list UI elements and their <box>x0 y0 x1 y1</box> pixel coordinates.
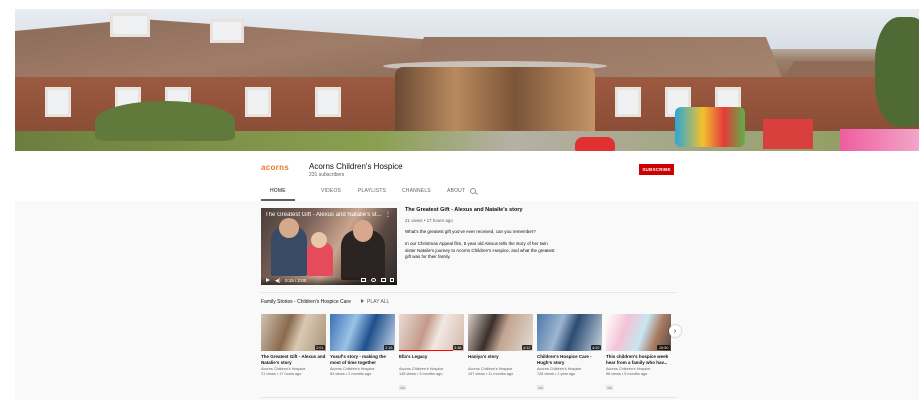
video-duration: 3:38 <box>452 345 463 350</box>
tab-playlists[interactable]: PLAYLISTS <box>358 188 386 194</box>
video-meta: 728 views • 1 year ago <box>537 371 576 376</box>
video-thumbnail[interactable]: 3:38 <box>399 314 464 351</box>
theater-mode-icon[interactable] <box>381 278 386 282</box>
video-card[interactable]: 2:01 The Greatest Gift - Alexus and Nata… <box>261 314 326 376</box>
channel-banner <box>15 9 919 151</box>
watch-progress-bar <box>399 349 453 351</box>
play-all-icon <box>361 299 364 303</box>
video-card[interactable]: 10:50 This children's hospice week hear … <box>606 314 671 394</box>
video-card[interactable]: 4:12 Haniya's story Acorns Children's Ho… <box>468 314 533 376</box>
subscriber-count: 231 subscribers <box>309 172 345 178</box>
captions-icon[interactable] <box>361 278 366 282</box>
banner-playground <box>763 119 813 149</box>
video-title[interactable]: Children's Hospice Care - Hugh's story <box>537 354 602 366</box>
video-channel[interactable]: Acorns Children's Hospice <box>606 367 671 371</box>
play-all-label: PLAY ALL <box>367 299 390 305</box>
banner-playground <box>675 107 745 147</box>
play-all-button[interactable]: PLAY ALL <box>361 299 389 305</box>
video-frame-child <box>311 232 327 248</box>
video-card[interactable]: 4:22 Children's Hospice Care - Hugh's st… <box>537 314 602 394</box>
section-divider <box>261 397 677 398</box>
more-vert-icon[interactable]: ⋮ <box>385 211 391 218</box>
featured-video-meta: 21 views • 17 hours ago <box>405 218 453 223</box>
banner-window <box>110 13 150 37</box>
video-duration: 4:22 <box>590 345 601 350</box>
video-duration: 10:50 <box>657 345 670 350</box>
video-frame-person <box>353 220 373 242</box>
video-thumbnail[interactable]: 10:50 <box>606 314 671 351</box>
video-title[interactable]: Yusuf's story - making the most of time … <box>330 354 395 366</box>
tab-about[interactable]: ABOUT <box>447 188 465 194</box>
video-card[interactable]: 3:38 Ella's Legacy Acorns Children's Hos… <box>399 314 464 394</box>
channel-home-content: The Greatest Gift - Alexus and Natalie's… <box>15 201 919 400</box>
video-duration: 4:12 <box>521 345 532 350</box>
video-meta: 84 views • 2 months ago <box>330 371 372 376</box>
channel-header: acorns Acorns Children's Hospice 231 sub… <box>15 151 919 201</box>
banner-playhouse <box>840 129 919 151</box>
settings-gear-icon[interactable] <box>371 278 376 282</box>
banner-window <box>210 19 244 43</box>
tab-channels[interactable]: CHANNELS <box>402 188 431 194</box>
video-title[interactable]: This children's hospice week hear from a… <box>606 354 671 366</box>
volume-icon[interactable]: ◀) <box>275 278 281 284</box>
video-thumbnail[interactable]: 2:16 <box>330 314 395 351</box>
player-time: 0:15 / 2:00 <box>285 278 307 283</box>
featured-video-description: What's the greatest gift you've ever rec… <box>405 229 536 234</box>
subscribe-button[interactable]: SUBSCRIBE <box>639 164 674 175</box>
banner-window <box>315 87 341 117</box>
player-controls-bar <box>261 277 397 285</box>
video-meta: 96 views • 5 months ago <box>606 371 648 376</box>
video-meta: 145 views • 3 months ago <box>399 371 443 376</box>
banner-window <box>245 87 271 117</box>
video-title[interactable]: The Greatest Gift - Alexus and Natalie's… <box>261 354 326 366</box>
play-icon[interactable] <box>266 278 270 282</box>
fullscreen-icon[interactable] <box>390 278 394 282</box>
banner-window <box>45 87 71 117</box>
channel-logo[interactable]: acorns <box>261 163 291 179</box>
video-duration: 2:16 <box>383 345 394 350</box>
video-channel[interactable]: Acorns Children's Hospice <box>537 367 602 371</box>
player-title[interactable]: The Greatest Gift - Alexus and Natalie's… <box>265 212 383 218</box>
tab-videos[interactable]: VIDEOS <box>321 188 341 194</box>
banner-shrub <box>95 101 235 141</box>
video-thumbnail[interactable]: 2:01 <box>261 314 326 351</box>
banner-window <box>615 87 641 117</box>
featured-video-title[interactable]: The Greatest Gift - Alexus and Natalie's… <box>405 207 523 213</box>
video-meta: 197 views • 11 months ago <box>468 371 514 376</box>
shelf-next-chevron-icon[interactable]: › <box>669 325 681 337</box>
video-duration: 2:01 <box>314 345 325 350</box>
channel-name: Acorns Children's Hospice <box>309 162 403 171</box>
video-channel[interactable]: Acorns Children's Hospice <box>261 367 326 371</box>
video-card[interactable]: 2:16 Yusuf's story - making the most of … <box>330 314 395 376</box>
video-channel[interactable]: Acorns Children's Hospice <box>399 367 464 371</box>
shelf-title[interactable]: Family Stories - Children's Hospice Care <box>261 299 351 305</box>
tab-home[interactable]: HOME <box>270 188 286 194</box>
video-meta: 21 views • 17 hours ago <box>261 371 302 376</box>
section-divider <box>261 292 677 293</box>
banner-tree <box>875 17 919 127</box>
featured-video-description: In our Christmas Appeal film, 5 year old… <box>405 241 555 259</box>
featured-video-player[interactable]: The Greatest Gift - Alexus and Natalie's… <box>261 208 397 285</box>
cc-badge: CC <box>537 385 545 390</box>
video-channel[interactable]: Acorns Children's Hospice <box>330 367 395 371</box>
banner-toy-car <box>575 137 615 151</box>
video-thumbnail[interactable]: 4:12 <box>468 314 533 351</box>
cc-badge: CC <box>399 385 407 390</box>
banner-entrance <box>395 67 595 139</box>
video-channel[interactable]: Acorns Children's Hospice <box>468 367 533 371</box>
video-title[interactable]: Haniya's story <box>468 354 533 366</box>
video-title[interactable]: Ella's Legacy <box>399 354 464 366</box>
video-thumbnail[interactable]: 4:22 <box>537 314 602 351</box>
search-icon[interactable] <box>470 188 476 194</box>
cc-badge: CC <box>606 385 614 390</box>
video-frame-person <box>279 218 299 238</box>
